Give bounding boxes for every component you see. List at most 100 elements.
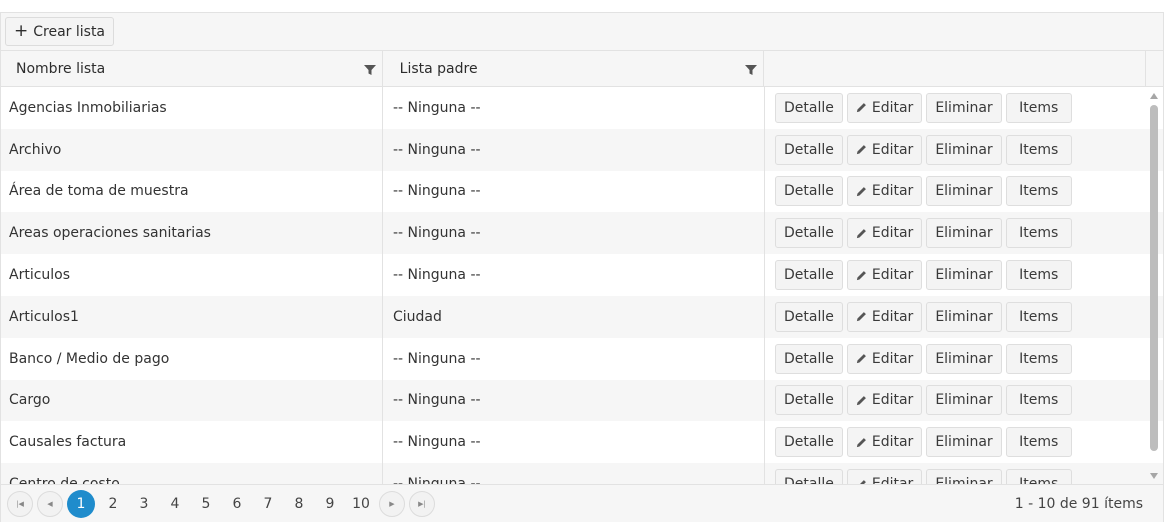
items-label: Items xyxy=(1019,183,1059,200)
table-row[interactable]: Archivo -- Ninguna -- Detalle Editar Elimina… xyxy=(1,128,1163,171)
edit-button[interactable]: Editar xyxy=(846,301,923,332)
delete-button[interactable]: Eliminar xyxy=(926,92,1002,123)
page-number[interactable]: 4 xyxy=(160,490,190,518)
table-row[interactable]: Causales factura -- Ninguna -- Detalle Edit… xyxy=(1,421,1163,464)
delete-button[interactable]: Eliminar xyxy=(926,134,1002,165)
edit-button[interactable]: Editar xyxy=(846,385,923,416)
table-row[interactable]: Articulos -- Ninguna -- Detalle Editar Elimi… xyxy=(1,254,1163,296)
previous-page-icon[interactable]: ◀ xyxy=(37,490,63,517)
detail-button[interactable]: Detalle xyxy=(775,260,843,291)
parent-list: Ciudad xyxy=(393,308,442,325)
page-number[interactable]: 2 xyxy=(98,490,128,518)
edit-button[interactable]: Editar xyxy=(846,469,923,485)
delete-button[interactable]: Eliminar xyxy=(926,427,1002,458)
filter-icon[interactable] xyxy=(363,64,376,76)
edit-button[interactable]: Editar xyxy=(846,260,923,291)
delete-button[interactable]: Eliminar xyxy=(926,176,1002,207)
table-row[interactable]: Área de toma de muestra -- Ninguna -- Deta… xyxy=(1,170,1163,213)
table-row[interactable]: Centro de costo -- Ninguna -- Detalle Edita… xyxy=(1,463,1163,485)
table-row[interactable]: Banco / Medio de pago -- Ninguna -- Detall… xyxy=(1,337,1163,380)
page-number[interactable]: 10 xyxy=(346,490,376,518)
page-number[interactable]: 5 xyxy=(191,490,221,518)
edit-label: Editar xyxy=(871,99,914,116)
table-row[interactable]: Areas operaciones sanitarias -- Ninguna -… xyxy=(1,212,1163,255)
delete-label: Eliminar xyxy=(935,225,993,242)
scrollbar-thumb[interactable] xyxy=(1150,105,1158,451)
grid-toolbar: + Crear lista xyxy=(1,13,1163,51)
delete-button[interactable]: Eliminar xyxy=(926,385,1002,416)
detail-button[interactable]: Detalle xyxy=(775,301,843,332)
detail-button[interactable]: Detalle xyxy=(775,343,843,374)
table-row[interactable]: Articulos1 Ciudad Detalle Editar Eliminar Ite… xyxy=(1,295,1163,338)
delete-label: Eliminar xyxy=(935,267,993,284)
parent-list-cell: -- Ninguna -- xyxy=(383,421,765,464)
pencil-icon xyxy=(856,187,866,197)
delete-label: Eliminar xyxy=(935,434,993,451)
detail-button[interactable]: Detalle xyxy=(775,385,843,416)
filter-icon[interactable] xyxy=(745,64,758,76)
items-button[interactable]: Items xyxy=(1005,176,1072,207)
list-name: Areas operaciones sanitarias xyxy=(9,225,211,242)
items-button[interactable]: Items xyxy=(1005,301,1072,332)
page-number[interactable]: 8 xyxy=(284,490,314,518)
items-button[interactable]: Items xyxy=(1005,92,1072,123)
list-name: Cargo xyxy=(9,392,51,409)
edit-button[interactable]: Editar xyxy=(846,92,923,123)
delete-button[interactable]: Eliminar xyxy=(926,301,1002,332)
edit-label: Editar xyxy=(871,350,914,367)
delete-button[interactable]: Eliminar xyxy=(926,469,1002,485)
items-label: Items xyxy=(1019,267,1059,284)
delete-button[interactable]: Eliminar xyxy=(926,343,1002,374)
table-row[interactable]: Agencias Inmobiliarias -- Ninguna -- Detal… xyxy=(1,87,1163,129)
items-button[interactable]: Items xyxy=(1005,260,1072,291)
detail-button[interactable]: Detalle xyxy=(775,134,843,165)
edit-button[interactable]: Editar xyxy=(846,343,923,374)
edit-label: Editar xyxy=(871,434,914,451)
first-page-icon[interactable]: |◀ xyxy=(7,490,33,517)
page-number[interactable]: 7 xyxy=(253,490,283,518)
scroll-up-icon[interactable] xyxy=(1150,93,1158,99)
detail-label: Detalle xyxy=(784,225,834,242)
column-header-name[interactable]: Nombre lista xyxy=(1,51,383,86)
parent-list: -- Ninguna -- xyxy=(393,183,481,200)
items-button[interactable]: Items xyxy=(1005,134,1072,165)
edit-button[interactable]: Editar xyxy=(846,218,923,249)
delete-label: Eliminar xyxy=(935,392,993,409)
delete-button[interactable]: Eliminar xyxy=(926,218,1002,249)
delete-label: Eliminar xyxy=(935,99,993,116)
items-button[interactable]: Items xyxy=(1005,385,1072,416)
create-list-label: Crear lista xyxy=(33,23,106,40)
items-button[interactable]: Items xyxy=(1005,218,1072,249)
list-name-cell: Centro de costo xyxy=(1,463,383,485)
page-number[interactable]: 6 xyxy=(222,490,252,518)
page-number[interactable]: 3 xyxy=(129,490,159,518)
detail-button[interactable]: Detalle xyxy=(775,427,843,458)
detail-button[interactable]: Detalle xyxy=(775,469,843,485)
edit-button[interactable]: Editar xyxy=(846,427,923,458)
items-button[interactable]: Items xyxy=(1005,343,1072,374)
parent-list-cell: -- Ninguna -- xyxy=(383,212,765,255)
edit-button[interactable]: Editar xyxy=(846,134,923,165)
edit-label: Editar xyxy=(871,308,914,325)
detail-button[interactable]: Detalle xyxy=(775,176,843,207)
detail-button[interactable]: Detalle xyxy=(775,92,843,123)
edit-button[interactable]: Editar xyxy=(846,176,923,207)
page-number[interactable]: 9 xyxy=(315,490,345,518)
list-name-cell: Agencias Inmobiliarias xyxy=(1,87,383,129)
pencil-icon xyxy=(856,103,866,113)
table-row[interactable]: Cargo -- Ninguna -- Detalle Editar Eliminar I… xyxy=(1,379,1163,422)
last-page-icon[interactable]: ▶| xyxy=(409,490,435,517)
detail-button[interactable]: Detalle xyxy=(775,218,843,249)
items-button[interactable]: Items xyxy=(1005,427,1072,458)
page-number[interactable]: 1 xyxy=(67,489,95,518)
column-header-parent[interactable]: Lista padre xyxy=(383,51,765,86)
vertical-scrollbar[interactable] xyxy=(1147,87,1161,485)
delete-button[interactable]: Eliminar xyxy=(926,260,1002,291)
parent-list-cell: -- Ninguna -- xyxy=(383,337,765,380)
parent-list: -- Ninguna -- xyxy=(393,225,481,242)
create-list-button[interactable]: + Crear lista xyxy=(5,17,115,46)
items-button[interactable]: Items xyxy=(1005,469,1072,485)
next-page-icon[interactable]: ▶ xyxy=(379,490,405,517)
scroll-down-icon[interactable] xyxy=(1150,473,1158,479)
delete-label: Eliminar xyxy=(935,141,993,158)
